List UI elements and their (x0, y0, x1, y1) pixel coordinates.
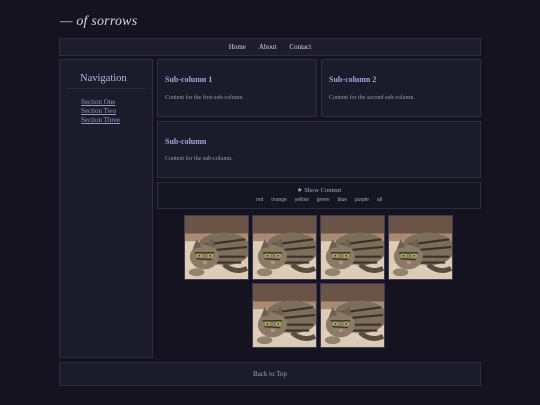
sub-column-1-title: Sub-column 1 (165, 75, 213, 84)
show-content-toggle[interactable]: ★ Show Content (158, 186, 480, 194)
sidebar-divider (66, 88, 146, 89)
nav-contact-link[interactable]: Contact (289, 43, 311, 51)
site-title: — of sorrows (60, 14, 138, 29)
nav-home-link[interactable]: Home (229, 43, 246, 51)
top-navigation: Home About Contact (59, 38, 481, 56)
filter-orange[interactable]: orange (271, 197, 287, 203)
footer: Back to Top (59, 362, 481, 386)
show-content-bar: ★ Show Content red orange yellow green b… (157, 182, 481, 209)
sub-column-1-text: Content for the first sub-column. (165, 95, 244, 101)
gallery-cat-image[interactable] (184, 215, 249, 280)
sidebar-links: Section One Section Two Section Three (81, 98, 120, 125)
sub-column-2-title: Sub-column 2 (329, 75, 377, 84)
sidebar-title: Navigation (80, 73, 127, 84)
filter-blue[interactable]: blue (338, 197, 347, 203)
gallery-cat-image[interactable] (252, 215, 317, 280)
gallery-cat-image[interactable] (320, 215, 385, 280)
filter-all[interactable]: all (377, 197, 382, 203)
filter-purple[interactable]: purple (355, 197, 369, 203)
sub-column-text: Content for the sub-column. (165, 156, 233, 162)
sub-column-2-panel: Sub-column 2 Content for the second sub-… (321, 59, 481, 117)
filter-yellow[interactable]: yellow (295, 197, 309, 203)
nav-about-link[interactable]: About (259, 43, 277, 51)
sidebar-link-section-one[interactable]: Section One (81, 98, 120, 107)
filter-red[interactable]: red (256, 197, 263, 203)
sidebar-link-section-three[interactable]: Section Three (81, 116, 120, 125)
back-to-top-link[interactable]: Back to Top (253, 370, 287, 378)
sub-column-panel: Sub-column Content for the sub-column. (157, 121, 481, 178)
sub-column-2-text: Content for the second sub-column. (329, 95, 415, 101)
gallery-cat-image[interactable] (252, 283, 317, 348)
filter-green[interactable]: green (317, 197, 330, 203)
gallery-cat-image[interactable] (388, 215, 453, 280)
sidebar-link-section-two[interactable]: Section Two (81, 107, 120, 116)
sub-column-1-panel: Sub-column 1 Content for the first sub-c… (157, 59, 317, 117)
gallery-cat-image[interactable] (320, 283, 385, 348)
color-filter-list: red orange yellow green blue purple all (158, 197, 480, 203)
sub-column-title: Sub-column (165, 137, 207, 146)
sidebar: Navigation Section One Section Two Secti… (59, 59, 153, 358)
